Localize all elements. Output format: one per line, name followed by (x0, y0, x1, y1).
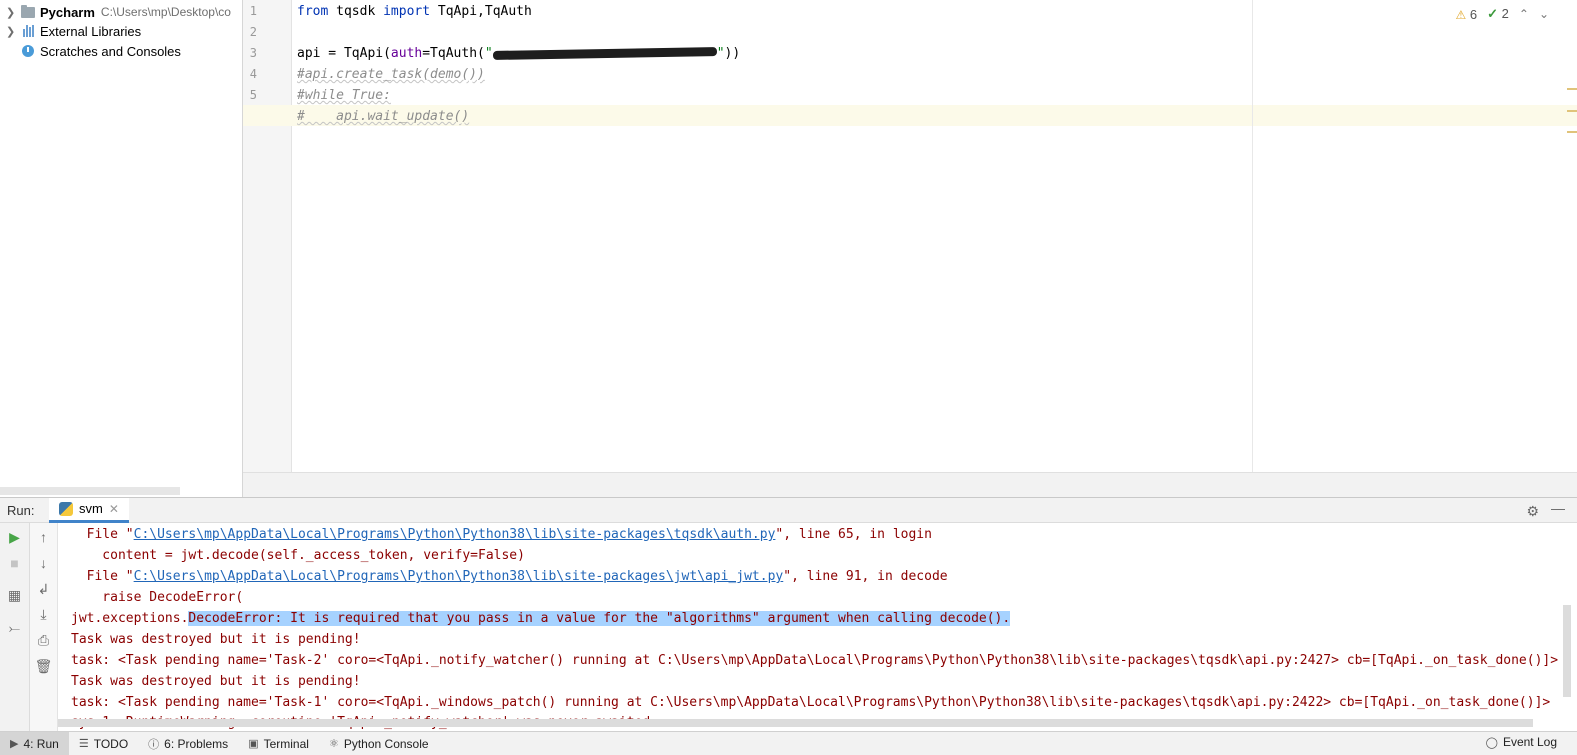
folder-icon (20, 4, 36, 19)
tree-item-scratches[interactable]: Scratches and Consoles (0, 41, 242, 61)
libraries-icon (20, 24, 36, 38)
error-stripe-mark[interactable] (1567, 131, 1577, 133)
file-link[interactable]: C:\Users\mp\AppData\Local\Programs\Pytho… (134, 569, 784, 584)
console-vertical-scrollbar[interactable] (1563, 605, 1571, 697)
console-line: content = jwt.decode(self._access_token,… (71, 548, 525, 563)
arrow-up-icon[interactable]: ↑ (30, 529, 57, 545)
console-line: task: <Task pending name='Task-2' coro=<… (71, 653, 1559, 668)
gear-icon[interactable]: ⚙ (1526, 503, 1539, 520)
toolwindow-problems[interactable]: ⓘ 6: Problems (138, 732, 238, 755)
run-panel-label: Run: (7, 502, 35, 518)
trash-icon[interactable]: 🗑 (30, 658, 57, 675)
python-console-icon: ⚛ (328, 738, 339, 750)
line-number: 5 (249, 88, 257, 102)
scratches-label: Scratches and Consoles (40, 43, 181, 59)
info-icon: ⓘ (148, 738, 160, 751)
file-link[interactable]: C:\Users\mp\AppData\Local\Programs\Pytho… (134, 527, 776, 542)
toolwindow-terminal[interactable]: ▣ Terminal (238, 732, 319, 755)
run-toolbar: ▶ ■ ▦ ⤚ (0, 523, 30, 731)
console-line: File "C:\Users\mp\AppData\Local\Programs… (71, 569, 948, 584)
toolwindow-event-log[interactable]: ◯ Event Log (1486, 735, 1557, 749)
line-number: 4 (249, 67, 257, 81)
tree-item-external-libraries[interactable]: ❯ External Libraries (0, 21, 242, 41)
console-line: jwt.exceptions.DecodeError: It is requir… (71, 611, 1011, 626)
run-tab-label: svm (79, 501, 103, 516)
code-line-3[interactable]: api = TqApi(auth=TqAuth(" ")) (297, 43, 740, 64)
chevron-right-icon[interactable]: ❯ (6, 6, 20, 19)
code-line-5[interactable]: #while True: (297, 85, 391, 106)
console-toolbar: ↑ ↓ ↲ ⤓ ⎙ 🗑 (30, 523, 58, 731)
soft-wrap-icon[interactable]: ↲ (30, 581, 57, 598)
external-libraries-label: External Libraries (40, 23, 142, 39)
selected-text: DecodeError: It is required that you pas… (188, 611, 1011, 626)
console-line: task: <Task pending name='Task-1' coro=<… (71, 695, 1551, 710)
line-number: 2 (249, 25, 257, 39)
terminal-icon: ▣ (248, 738, 259, 750)
code-line-6[interactable]: # api.wait_update() (297, 106, 469, 127)
stop-icon[interactable]: ■ (0, 555, 29, 571)
console-line: Task was destroyed but it is pending! (71, 632, 361, 647)
code-line-1[interactable]: from tqsdk import TqApi,TqAuth (297, 1, 532, 22)
scratches-icon (20, 44, 36, 58)
warning-icon: ⚠ (1455, 7, 1467, 22)
redacted-credentials (492, 47, 717, 60)
python-icon (59, 501, 73, 516)
pin-icon[interactable]: ⤚ (0, 620, 29, 637)
right-margin-guide (1252, 0, 1253, 472)
toolwindow-todo[interactable]: ☰ TODO (69, 732, 138, 755)
weak-warnings-count[interactable]: ✓ 2 (1487, 6, 1509, 22)
scroll-to-end-icon[interactable]: ⤓ (30, 606, 57, 623)
toolwindow-python-console[interactable]: ⚛ Python Console (319, 732, 439, 755)
console-output[interactable]: File "C:\Users\mp\AppData\Local\Programs… (58, 523, 1577, 731)
line-number: 3 (249, 46, 257, 60)
check-icon: ✓ (1487, 6, 1499, 21)
close-icon[interactable]: ✕ (109, 502, 119, 516)
warnings-count[interactable]: ⚠ 6 (1455, 7, 1477, 22)
list-icon: ☰ (78, 738, 89, 750)
layout-icon[interactable]: ▦ (0, 587, 29, 604)
chevron-right-icon[interactable]: ❯ (6, 25, 20, 38)
tree-item-project-root[interactable]: ❯ Pycharm C:\Users\mp\Desktop\co (0, 2, 242, 22)
console-line: raise DecodeError( (71, 590, 244, 605)
editor-gutter: 1 2 3 4 5 6 (243, 0, 292, 472)
project-root-name: Pycharm (40, 4, 95, 20)
error-stripe-mark[interactable] (1567, 110, 1577, 112)
tool-window-bar: ▶ 4: Run ☰ TODO ⓘ 6: Problems ▣ Terminal… (0, 731, 1577, 755)
arrow-down-icon[interactable]: ↓ (30, 555, 57, 571)
code-line-4[interactable]: #api.create_task(demo()) (297, 64, 485, 85)
toolwindow-run[interactable]: ▶ 4: Run (0, 732, 69, 755)
project-horizontal-scrollbar[interactable] (0, 487, 180, 495)
chevron-down-icon[interactable]: ⌄ (1539, 7, 1549, 21)
run-tab-svm[interactable]: svm ✕ (49, 497, 129, 523)
play-icon: ▶ (10, 738, 19, 750)
project-root-path: C:\Users\mp\Desktop\co (100, 5, 231, 19)
editor-breadcrumb-bar (243, 472, 1577, 497)
event-log-icon: ◯ (1485, 736, 1498, 749)
print-icon[interactable]: ⎙ (30, 632, 57, 649)
project-panel: ❯ Pycharm C:\Users\mp\Desktop\co ❯ Exter… (0, 0, 243, 497)
code-editor[interactable]: from tqsdk import TqApi,TqAuth api = TqA… (243, 0, 1577, 472)
console-line: File "C:\Users\mp\AppData\Local\Programs… (71, 527, 932, 542)
console-line: Task was destroyed but it is pending! (71, 674, 361, 689)
line-number: 1 (249, 4, 257, 18)
inspection-widget[interactable]: ⚠ 6 ✓ 2 ⌃ ⌄ (1455, 6, 1549, 22)
minimize-icon[interactable]: — (1551, 500, 1565, 516)
chevron-up-icon[interactable]: ⌃ (1519, 7, 1529, 21)
rerun-icon[interactable]: ▶ (0, 529, 29, 546)
error-stripe-mark[interactable] (1567, 88, 1577, 90)
run-panel-header: Run: svm ✕ ⚙ — (0, 497, 1577, 523)
console-horizontal-scrollbar[interactable] (58, 719, 1533, 727)
